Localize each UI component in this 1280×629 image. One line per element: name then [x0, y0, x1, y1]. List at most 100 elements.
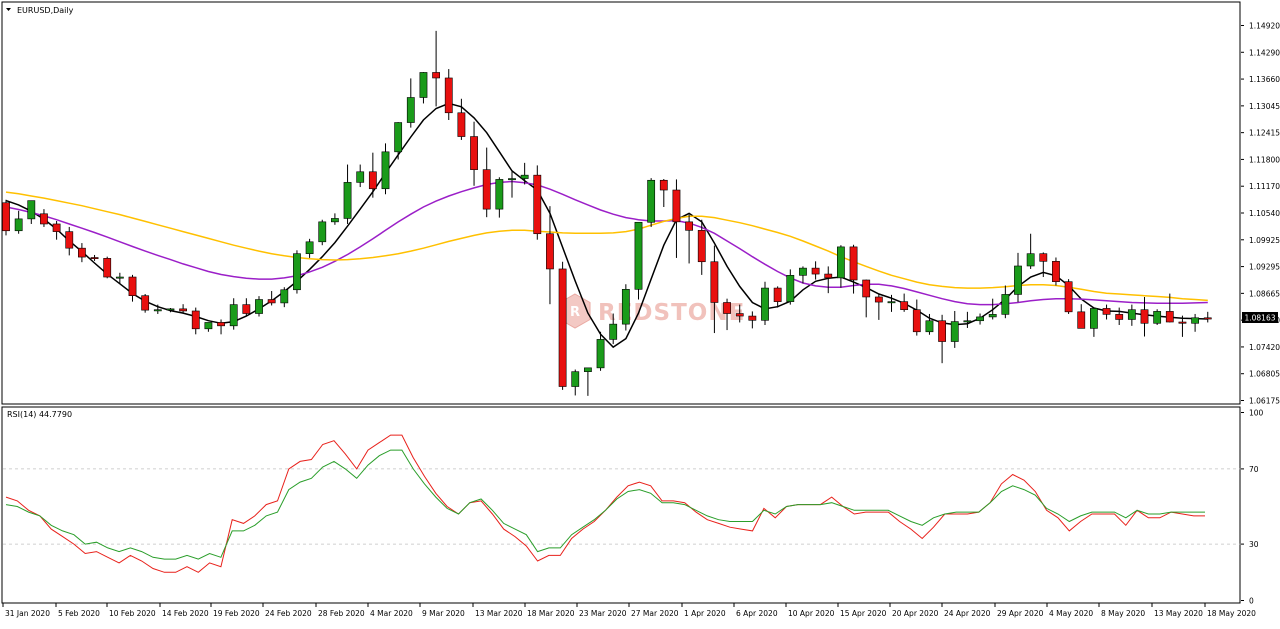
candle-body	[293, 253, 301, 291]
candle-body	[65, 231, 74, 249]
current-price-badge: 1.08163	[1242, 312, 1278, 323]
candle-body	[267, 299, 276, 304]
candle-body	[659, 179, 668, 191]
candle	[761, 281, 769, 325]
candle-body	[1178, 321, 1187, 324]
candle	[103, 256, 112, 279]
candle-body	[103, 258, 112, 278]
candle-body	[710, 261, 719, 303]
price-tick-label: 1.07420	[1249, 343, 1280, 352]
price-tick-label: 1.06805	[1249, 370, 1280, 379]
candle-body	[381, 151, 390, 190]
candle-body	[242, 304, 251, 314]
time-tick-label: 24 Feb 2020	[265, 609, 312, 618]
candle-body	[1165, 311, 1174, 323]
candle-body	[229, 304, 238, 327]
candle-body	[368, 171, 377, 190]
candle-body	[356, 171, 365, 183]
price-tick-label: 1.11800	[1249, 155, 1280, 164]
candle-body	[115, 276, 124, 279]
candle-body	[609, 323, 618, 340]
candle-body	[432, 72, 440, 79]
candle-body	[1052, 261, 1060, 282]
candle-body	[27, 200, 36, 220]
candle-body	[14, 218, 23, 232]
candle	[141, 294, 150, 313]
rsi-tick-label: 70	[1249, 465, 1259, 474]
time-tick-label: 20 Apr 2020	[892, 609, 939, 618]
candle-body	[533, 174, 542, 235]
candle-body	[1001, 294, 1010, 315]
candle-body	[824, 273, 833, 279]
candle-body	[786, 275, 795, 302]
candle-body	[925, 320, 934, 333]
candle-body	[596, 339, 605, 369]
candle-body	[444, 77, 453, 114]
time-tick-label: 13 May 2020	[1154, 609, 1203, 618]
candle-body	[217, 322, 225, 327]
time-tick-label: 15 Apr 2020	[840, 609, 887, 618]
candle-body	[723, 302, 731, 314]
time-tick-label: 23 Mar 2020	[579, 609, 627, 618]
candle-body	[419, 72, 428, 98]
candle-body	[621, 289, 630, 325]
time-tick-label: 28 Feb 2020	[318, 609, 365, 618]
time-tick-label: 29 Apr 2020	[997, 609, 1044, 618]
time-tick-label: 1 Apr 2020	[684, 609, 726, 618]
candle-body	[697, 230, 706, 263]
candle-body	[482, 169, 491, 210]
candle	[634, 221, 643, 300]
chart-svg[interactable]: 1.14920 1.14290 1.13660 1.13045 1.12415 1.118…	[0, 0, 1280, 625]
candle-body	[179, 308, 187, 312]
time-tick-label: 8 May 2020	[1101, 609, 1145, 618]
candle-body	[647, 179, 656, 223]
candle-body	[1140, 309, 1149, 324]
price-tick-label: 1.06175	[1249, 397, 1280, 406]
candle-body	[685, 221, 693, 231]
candle	[647, 178, 656, 227]
rsi-tick-label: 0	[1249, 597, 1254, 606]
candle-body	[849, 246, 858, 281]
candle	[1064, 279, 1073, 314]
price-tick-label: 1.08665	[1249, 289, 1280, 298]
candle-body	[141, 295, 150, 311]
time-tick-label: 18 May 2020	[1207, 609, 1256, 618]
candle-body	[343, 182, 352, 219]
time-tick-label: 18 Mar 2020	[527, 609, 575, 618]
candle-body	[571, 371, 580, 387]
candle-body	[900, 301, 909, 311]
candle-body	[583, 367, 592, 372]
candle-body	[748, 315, 757, 321]
rsi-tick-label: 30	[1249, 540, 1259, 549]
candle-body	[1203, 317, 1212, 320]
candle-body	[330, 218, 339, 223]
price-tick-label: 1.14290	[1249, 48, 1280, 57]
candle-body	[457, 112, 466, 137]
chart-stage[interactable]: 1.14920 1.14290 1.13660 1.13045 1.12415 1.118…	[0, 0, 1280, 625]
price-tick-label: 1.09925	[1249, 236, 1280, 245]
price-tick-label: 1.11170	[1249, 182, 1280, 191]
candle-body	[255, 299, 263, 314]
candle-body	[280, 289, 289, 304]
time-tick-label: 24 Apr 2020	[944, 609, 991, 618]
time-tick-label: 27 Mar 2020	[631, 609, 679, 618]
price-tick-label: 1.12415	[1249, 129, 1280, 138]
candle-body	[1064, 281, 1073, 313]
candle-body	[811, 267, 820, 275]
candle-body	[1014, 265, 1022, 295]
price-tick-label: 1.09295	[1249, 263, 1280, 272]
time-tick-label: 31 Jan 2020	[5, 609, 50, 618]
candle-body	[1102, 308, 1111, 315]
svg-text:R: R	[570, 305, 580, 320]
time-tick-label: 13 Mar 2020	[475, 609, 523, 618]
candle-body	[305, 241, 314, 254]
candle	[621, 284, 630, 331]
time-tick-label: 10 Apr 2020	[788, 609, 835, 618]
candle-body	[128, 276, 137, 296]
candle-body	[406, 97, 415, 123]
candle-body	[558, 268, 567, 387]
candle-body	[1077, 311, 1086, 329]
candle-body	[672, 189, 681, 223]
candle-body	[78, 247, 86, 258]
candle-body	[1153, 311, 1162, 324]
